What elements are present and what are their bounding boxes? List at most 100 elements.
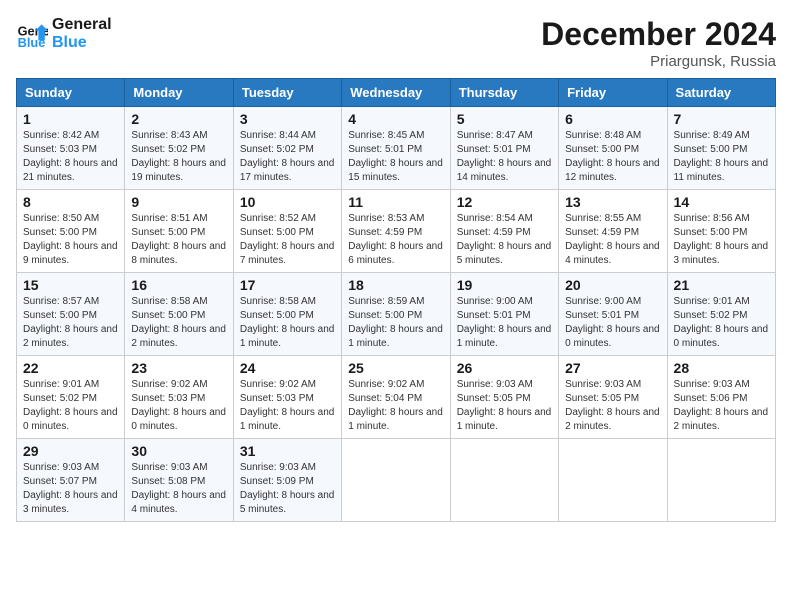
day-info: Sunrise: 8:59 AMSunset: 5:00 PMDaylight:…	[348, 295, 443, 351]
calendar-cell: 5 Sunrise: 8:47 AMSunset: 5:01 PMDaylight…	[450, 107, 558, 190]
day-number: 8	[23, 194, 118, 210]
day-info: Sunrise: 9:03 AMSunset: 5:08 PMDaylight:…	[131, 461, 226, 517]
calendar-cell: 9Sunrise: 8:51 AMSunset: 5:00 PMDaylight…	[125, 190, 233, 273]
calendar-cell: 18Sunrise: 8:59 AMSunset: 5:00 PMDayligh…	[342, 273, 450, 356]
day-info: Sunrise: 8:55 AMSunset: 4:59 PMDaylight:…	[565, 212, 660, 268]
weekday-header-friday: Friday	[559, 79, 667, 107]
day-info: Sunrise: 9:03 AMSunset: 5:09 PMDaylight:…	[240, 461, 335, 517]
logo-general: General	[52, 16, 112, 34]
calendar-week-row: 29Sunrise: 9:03 AMSunset: 5:07 PMDayligh…	[17, 439, 776, 522]
day-info: Sunrise: 9:03 AMSunset: 5:05 PMDaylight:…	[457, 378, 552, 434]
day-info: Sunrise: 8:51 AMSunset: 5:00 PMDaylight:…	[131, 212, 226, 268]
day-number: 12	[457, 194, 552, 210]
day-number: 1	[23, 111, 118, 127]
calendar-cell: 22Sunrise: 9:01 AMSunset: 5:02 PMDayligh…	[17, 356, 125, 439]
day-number: 26	[457, 360, 552, 376]
day-info: Sunrise: 8:49 AMSunset: 5:00 PMDaylight:…	[674, 129, 769, 185]
calendar-cell: 30 Sunrise: 9:03 AMSunset: 5:08 PMDayligh…	[125, 439, 233, 522]
calendar-cell: 15Sunrise: 8:57 AMSunset: 5:00 PMDayligh…	[17, 273, 125, 356]
calendar-cell: 7Sunrise: 8:49 AMSunset: 5:00 PMDaylight…	[667, 107, 775, 190]
day-info: Sunrise: 8:54 AMSunset: 4:59 PMDaylight:…	[457, 212, 552, 268]
calendar-cell: 4 Sunrise: 8:45 AMSunset: 5:01 PMDaylight…	[342, 107, 450, 190]
day-info: Sunrise: 9:02 AMSunset: 5:03 PMDaylight:…	[240, 378, 335, 434]
calendar-cell	[342, 439, 450, 522]
day-number: 24	[240, 360, 335, 376]
day-number: 19	[457, 277, 552, 293]
calendar-cell: 13 Sunrise: 8:55 AMSunset: 4:59 PMDayligh…	[559, 190, 667, 273]
day-info: Sunrise: 9:02 AMSunset: 5:04 PMDaylight:…	[348, 378, 443, 434]
month-title: December 2024	[541, 16, 776, 53]
day-number: 22	[23, 360, 118, 376]
day-info: Sunrise: 8:50 AMSunset: 5:00 PMDaylight:…	[23, 212, 118, 268]
day-info: Sunrise: 8:44 AMSunset: 5:02 PMDaylight:…	[240, 129, 335, 185]
day-info: Sunrise: 8:47 AMSunset: 5:01 PMDaylight:…	[457, 129, 552, 185]
calendar-cell: 28 Sunrise: 9:03 AMSunset: 5:06 PMDayligh…	[667, 356, 775, 439]
day-number: 20	[565, 277, 660, 293]
weekday-header-thursday: Thursday	[450, 79, 558, 107]
calendar-cell	[559, 439, 667, 522]
day-number: 30	[131, 443, 226, 459]
weekday-header-saturday: Saturday	[667, 79, 775, 107]
calendar-cell: 23Sunrise: 9:02 AMSunset: 5:03 PMDayligh…	[125, 356, 233, 439]
day-info: Sunrise: 8:56 AMSunset: 5:00 PMDaylight:…	[674, 212, 769, 268]
day-info: Sunrise: 9:03 AMSunset: 5:05 PMDaylight:…	[565, 378, 660, 434]
day-number: 16	[131, 277, 226, 293]
calendar-week-row: 8 Sunrise: 8:50 AMSunset: 5:00 PMDaylight…	[17, 190, 776, 273]
day-number: 5	[457, 111, 552, 127]
logo-blue: Blue	[52, 34, 112, 52]
calendar-cell: 11 Sunrise: 8:53 AMSunset: 4:59 PMDayligh…	[342, 190, 450, 273]
calendar-cell: 3Sunrise: 8:44 AMSunset: 5:02 PMDaylight…	[233, 107, 341, 190]
day-info: Sunrise: 9:03 AMSunset: 5:06 PMDaylight:…	[674, 378, 769, 434]
day-info: Sunrise: 8:57 AMSunset: 5:00 PMDaylight:…	[23, 295, 118, 351]
day-number: 28	[674, 360, 769, 376]
calendar-cell: 8 Sunrise: 8:50 AMSunset: 5:00 PMDaylight…	[17, 190, 125, 273]
calendar-cell: 21 Sunrise: 9:01 AMSunset: 5:02 PMDayligh…	[667, 273, 775, 356]
calendar-cell: 17Sunrise: 8:58 AMSunset: 5:00 PMDayligh…	[233, 273, 341, 356]
calendar-cell: 6 Sunrise: 8:48 AMSunset: 5:00 PMDaylight…	[559, 107, 667, 190]
logo-icon: General Blue	[16, 18, 48, 50]
calendar-table: SundayMondayTuesdayWednesdayThursdayFrid…	[16, 78, 776, 522]
day-number: 27	[565, 360, 660, 376]
calendar-week-row: 15Sunrise: 8:57 AMSunset: 5:00 PMDayligh…	[17, 273, 776, 356]
day-info: Sunrise: 8:58 AMSunset: 5:00 PMDaylight:…	[240, 295, 335, 351]
day-number: 6	[565, 111, 660, 127]
logo: General Blue General Blue	[16, 16, 112, 51]
calendar-cell: 2 Sunrise: 8:43 AMSunset: 5:02 PMDaylight…	[125, 107, 233, 190]
calendar-cell: 27 Sunrise: 9:03 AMSunset: 5:05 PMDayligh…	[559, 356, 667, 439]
calendar-cell: 1Sunrise: 8:42 AMSunset: 5:03 PMDaylight…	[17, 107, 125, 190]
day-info: Sunrise: 8:48 AMSunset: 5:00 PMDaylight:…	[565, 129, 660, 185]
weekday-header-tuesday: Tuesday	[233, 79, 341, 107]
day-number: 11	[348, 194, 443, 210]
day-info: Sunrise: 9:02 AMSunset: 5:03 PMDaylight:…	[131, 378, 226, 434]
day-number: 10	[240, 194, 335, 210]
calendar-cell: 26 Sunrise: 9:03 AMSunset: 5:05 PMDayligh…	[450, 356, 558, 439]
calendar-week-row: 1Sunrise: 8:42 AMSunset: 5:03 PMDaylight…	[17, 107, 776, 190]
calendar-cell: 19Sunrise: 9:00 AMSunset: 5:01 PMDayligh…	[450, 273, 558, 356]
calendar-cell	[450, 439, 558, 522]
weekday-header-monday: Monday	[125, 79, 233, 107]
weekday-header-row: SundayMondayTuesdayWednesdayThursdayFrid…	[17, 79, 776, 107]
day-number: 14	[674, 194, 769, 210]
day-info: Sunrise: 8:43 AMSunset: 5:02 PMDaylight:…	[131, 129, 226, 185]
day-number: 4	[348, 111, 443, 127]
day-info: Sunrise: 9:01 AMSunset: 5:02 PMDaylight:…	[674, 295, 769, 351]
day-info: Sunrise: 9:00 AMSunset: 5:01 PMDaylight:…	[565, 295, 660, 351]
calendar-cell	[667, 439, 775, 522]
calendar-week-row: 22Sunrise: 9:01 AMSunset: 5:02 PMDayligh…	[17, 356, 776, 439]
day-number: 13	[565, 194, 660, 210]
calendar-cell: 12 Sunrise: 8:54 AMSunset: 4:59 PMDayligh…	[450, 190, 558, 273]
calendar-cell: 16Sunrise: 8:58 AMSunset: 5:00 PMDayligh…	[125, 273, 233, 356]
day-info: Sunrise: 8:53 AMSunset: 4:59 PMDaylight:…	[348, 212, 443, 268]
day-number: 2	[131, 111, 226, 127]
day-number: 25	[348, 360, 443, 376]
calendar-cell: 14 Sunrise: 8:56 AMSunset: 5:00 PMDayligh…	[667, 190, 775, 273]
day-number: 21	[674, 277, 769, 293]
calendar-cell: 29Sunrise: 9:03 AMSunset: 5:07 PMDayligh…	[17, 439, 125, 522]
day-info: Sunrise: 8:45 AMSunset: 5:01 PMDaylight:…	[348, 129, 443, 185]
header: General Blue General Blue December 2024 …	[16, 16, 776, 70]
calendar-cell: 10Sunrise: 8:52 AMSunset: 5:00 PMDayligh…	[233, 190, 341, 273]
calendar-cell: 31 Sunrise: 9:03 AMSunset: 5:09 PMDayligh…	[233, 439, 341, 522]
day-number: 31	[240, 443, 335, 459]
calendar-cell: 24 Sunrise: 9:02 AMSunset: 5:03 PMDayligh…	[233, 356, 341, 439]
title-area: December 2024 Priargunsk, Russia	[541, 16, 776, 70]
